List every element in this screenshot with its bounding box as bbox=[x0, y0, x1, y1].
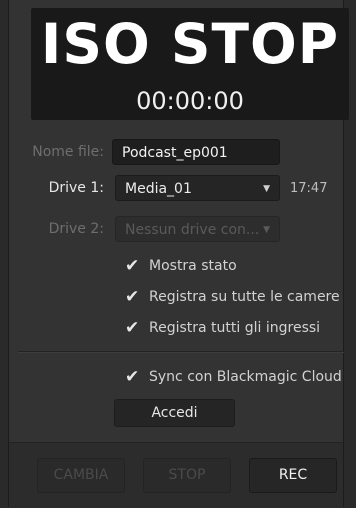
record-timer: 00:00:00 bbox=[136, 87, 244, 115]
stop-button[interactable]: STOP bbox=[143, 458, 231, 493]
drive1-value: Media_01 bbox=[125, 181, 192, 197]
section-divider bbox=[18, 351, 344, 353]
option-mostra-stato[interactable]: ✔ Mostra stato bbox=[125, 256, 325, 278]
action-bar: CAMBIA STOP REC bbox=[9, 442, 343, 508]
recording-panel: ISO STOP 00:00:00 Nome file: Podcast_ep0… bbox=[8, 0, 349, 508]
option-sync-blackmagic-cloud[interactable]: ✔ Sync con Blackmagic Cloud bbox=[125, 367, 342, 389]
filename-label: Nome file: bbox=[32, 144, 104, 160]
drive1-select[interactable]: Media_01 ▼ bbox=[115, 175, 280, 201]
check-icon: ✔ bbox=[125, 318, 140, 338]
record-status-text: ISO STOP bbox=[40, 12, 340, 76]
drive2-select[interactable]: Nessun drive con... ▼ bbox=[115, 216, 280, 242]
option-label: Sync con Blackmagic Cloud bbox=[149, 369, 342, 385]
option-label: Registra tutti gli ingressi bbox=[149, 320, 321, 336]
change-button[interactable]: CAMBIA bbox=[37, 458, 125, 493]
record-status-display: ISO STOP 00:00:00 bbox=[31, 8, 349, 120]
option-label: Registra su tutte le camere bbox=[149, 289, 340, 305]
option-label: Mostra stato bbox=[149, 258, 237, 274]
chevron-down-icon: ▼ bbox=[263, 184, 270, 194]
option-registra-tutte-camere[interactable]: ✔ Registra su tutte le camere bbox=[125, 287, 340, 309]
login-button[interactable]: Accedi bbox=[114, 399, 235, 427]
drive1-remaining-time: 17:47 bbox=[290, 181, 328, 196]
rec-button[interactable]: REC bbox=[249, 458, 337, 493]
check-icon: ✔ bbox=[125, 287, 140, 307]
check-icon: ✔ bbox=[125, 367, 140, 387]
option-registra-tutti-ingressi[interactable]: ✔ Registra tutti gli ingressi bbox=[125, 318, 340, 340]
filename-input[interactable]: Podcast_ep001 bbox=[112, 139, 280, 165]
drive2-value: Nessun drive con... bbox=[125, 222, 260, 238]
chevron-down-icon: ▼ bbox=[263, 225, 270, 235]
drive2-label: Drive 2: bbox=[48, 221, 104, 237]
drive1-label: Drive 1: bbox=[48, 180, 104, 196]
check-icon: ✔ bbox=[125, 256, 140, 276]
